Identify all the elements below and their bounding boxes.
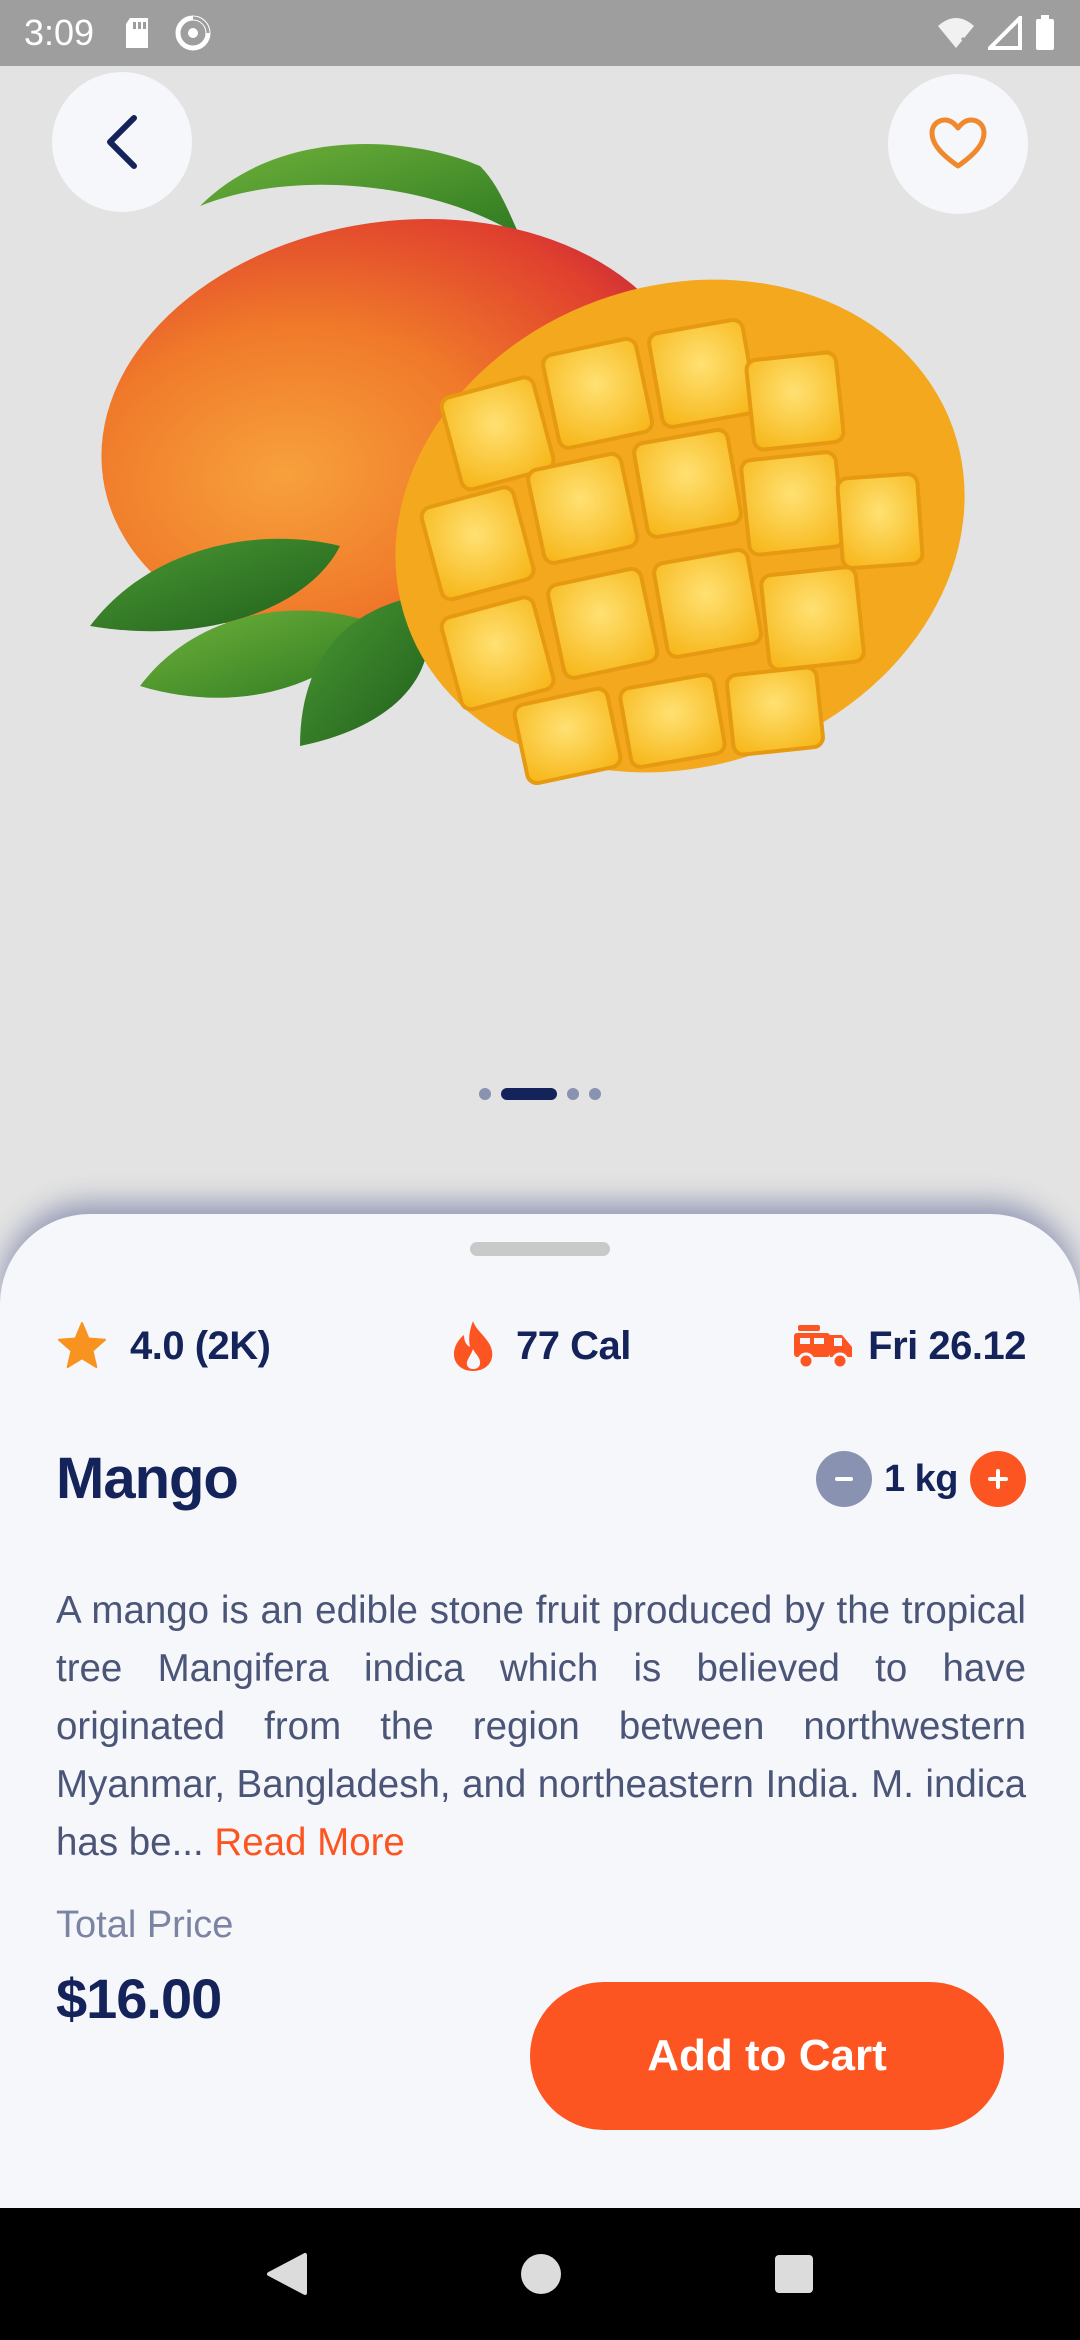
sheet-handle[interactable] [470, 1242, 610, 1256]
sd-card-icon [126, 18, 149, 48]
pager-dot[interactable] [479, 1088, 491, 1100]
nav-home-icon[interactable] [519, 2252, 563, 2296]
read-more-link[interactable]: Read More [214, 1821, 404, 1864]
product-hero [0, 66, 1080, 1216]
total-price-value: $16.00 [56, 1967, 222, 2030]
flame-icon [453, 1321, 493, 1371]
quantity-value: 1 kg [883, 1457, 959, 1500]
plus-icon [988, 1469, 1008, 1489]
calories: 77 Cal [450, 1316, 631, 1376]
decrease-quantity-button[interactable] [815, 1451, 872, 1507]
data-saver-icon [175, 15, 211, 51]
total-price-label: Total Price [56, 1904, 234, 1946]
pager-dot[interactable] [589, 1088, 601, 1100]
status-left-icons [122, 14, 212, 52]
heart-icon [929, 117, 987, 169]
pager-dot-active[interactable] [501, 1088, 557, 1100]
star-icon [58, 1322, 106, 1368]
rating-text: 4.0 (2K) [130, 1323, 271, 1368]
delivery-date: Fri 26.12 [792, 1316, 1026, 1376]
product-description: A mango is an edible stone fruit produce… [56, 1582, 1026, 1872]
system-nav-bar [0, 2208, 1080, 2340]
wifi-icon [938, 18, 974, 48]
delivery-truck-icon [794, 1325, 853, 1370]
status-time: 3:09 [24, 12, 95, 53]
calories-text: 77 Cal [516, 1323, 631, 1368]
status-bar: 3:09 [0, 0, 1080, 66]
favorite-button[interactable] [888, 74, 1028, 214]
nav-recents-icon[interactable] [773, 2253, 815, 2295]
nav-back-icon[interactable] [265, 2251, 309, 2297]
delivery-text: Fri 26.12 [868, 1323, 1026, 1368]
status-right-icons [936, 15, 1056, 51]
signal-icon [988, 16, 1022, 50]
quantity-stepper: 1 kg [815, 1450, 1026, 1508]
title-row: Mango 1 kg [56, 1434, 1026, 1524]
add-to-cart-button[interactable]: Add to Cart [530, 1982, 1004, 2130]
pager-dot[interactable] [567, 1088, 579, 1100]
product-meta-row: 4.0 (2K) 77 Cal Fri 26.12 [56, 1316, 1026, 1376]
chevron-left-icon [107, 115, 137, 169]
battery-icon [1036, 15, 1054, 50]
mango-image [90, 143, 965, 786]
increase-quantity-button[interactable] [970, 1451, 1026, 1507]
image-pager [0, 1088, 1080, 1100]
product-details-sheet: 4.0 (2K) 77 Cal Fri 26.12 Mango 1 kg A m… [0, 1214, 1080, 2214]
minus-icon [834, 1477, 853, 1481]
rating: 4.0 (2K) [56, 1316, 271, 1376]
product-name: Mango [56, 1446, 239, 1511]
description-text: A mango is an edible stone fruit produce… [56, 1589, 1026, 1864]
back-button[interactable] [52, 72, 192, 212]
